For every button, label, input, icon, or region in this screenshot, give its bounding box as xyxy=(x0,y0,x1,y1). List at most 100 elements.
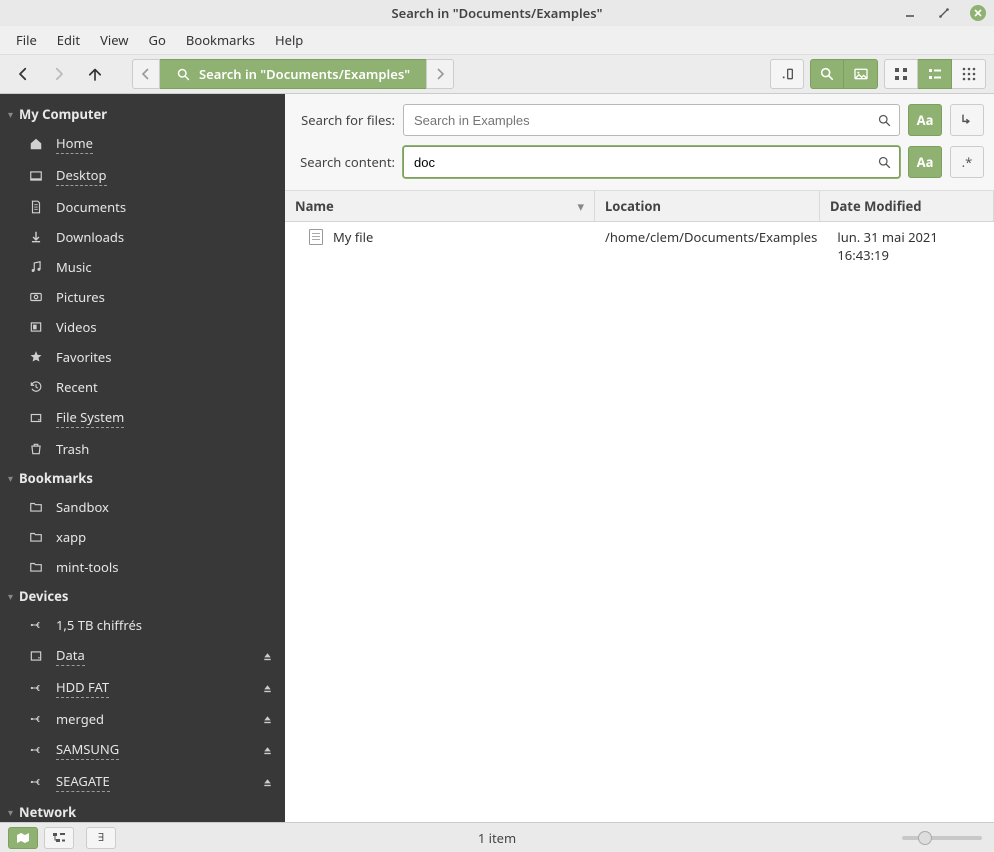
menu-go[interactable]: Go xyxy=(141,28,174,52)
menu-view[interactable]: View xyxy=(92,28,136,52)
device-seagate[interactable]: SEAGATE xyxy=(0,766,285,798)
sidebar-item-label: Music xyxy=(56,258,92,276)
menu-file[interactable]: File xyxy=(8,28,45,52)
search-files-input[interactable] xyxy=(404,113,869,128)
forward-button[interactable] xyxy=(44,60,74,88)
sidebar-item-desktop[interactable]: Desktop xyxy=(0,160,285,192)
show-hidden-button[interactable]: ∃ xyxy=(86,827,116,849)
search-content-input[interactable] xyxy=(404,155,869,170)
bookmark-xapp-icon xyxy=(28,530,44,544)
sidebar-item-downloads-icon xyxy=(28,230,44,244)
search-files-field[interactable] xyxy=(403,104,900,136)
eject-icon[interactable] xyxy=(262,777,273,788)
case-sensitive-files-button[interactable]: Aa xyxy=(908,104,942,136)
sidebar-item-label: 1,5 TB chiffrés xyxy=(56,616,142,634)
icon-view-button[interactable] xyxy=(884,59,918,89)
main-panel: Search for files: Aa Search content: xyxy=(285,94,994,822)
thumbnails-button[interactable] xyxy=(844,59,878,89)
sidebar-item-label: Documents xyxy=(56,198,126,216)
menubar: File Edit View Go Bookmarks Help xyxy=(0,26,994,54)
sidebar-item-label: mint-tools xyxy=(56,558,118,576)
sidebar-item-music[interactable]: Music xyxy=(0,252,285,282)
sidebar-item-videos[interactable]: Videos xyxy=(0,312,285,342)
column-header-date[interactable]: Date Modified xyxy=(820,191,994,221)
sidebar-item-label: SEAGATE xyxy=(56,772,110,792)
chevron-down-icon: ▾ xyxy=(8,589,13,603)
up-button[interactable] xyxy=(80,60,110,88)
eject-icon[interactable] xyxy=(262,745,273,756)
close-button[interactable] xyxy=(970,5,986,21)
sidebar-item-label: File System xyxy=(56,408,124,428)
sidebar-item-label: Sandbox xyxy=(56,498,109,516)
sidebar-item-home[interactable]: Home xyxy=(0,128,285,160)
path-next-button[interactable] xyxy=(426,59,454,89)
device-samsung[interactable]: SAMSUNG xyxy=(0,734,285,766)
search-mode-button[interactable] xyxy=(810,59,844,89)
eject-icon[interactable] xyxy=(262,714,273,725)
menu-bookmarks[interactable]: Bookmarks xyxy=(178,28,263,52)
back-button[interactable] xyxy=(8,60,38,88)
sidebar-item-documents-icon xyxy=(28,200,44,214)
places-pane-button[interactable] xyxy=(8,827,38,849)
menu-help[interactable]: Help xyxy=(267,28,311,52)
device-hdd-fat-icon xyxy=(28,681,44,695)
sidebar-item-file-system[interactable]: File System xyxy=(0,402,285,434)
search-panel: Search for files: Aa Search content: xyxy=(285,94,994,191)
minimize-button[interactable] xyxy=(902,5,918,21)
maximize-button[interactable] xyxy=(936,5,952,21)
search-icon[interactable] xyxy=(869,113,899,128)
device-1-5-tb-chiffr-s[interactable]: 1,5 TB chiffrés xyxy=(0,610,285,640)
device-data[interactable]: Data xyxy=(0,640,285,672)
menu-edit[interactable]: Edit xyxy=(49,28,88,52)
device-data-icon xyxy=(28,649,44,663)
bookmark-sandbox-icon xyxy=(28,500,44,514)
sidebar-item-recent[interactable]: Recent xyxy=(0,372,285,402)
device-1-5-tb-chiffr-s-icon xyxy=(28,618,44,632)
path-search-chip[interactable]: Search in "Documents/Examples" xyxy=(160,59,426,89)
sidebar-header-devices[interactable]: ▾ Devices xyxy=(0,582,285,610)
eject-icon[interactable] xyxy=(262,683,273,694)
bookmark-mint-tools[interactable]: mint-tools xyxy=(0,552,285,582)
sidebar-item-trash[interactable]: Trash xyxy=(0,434,285,464)
status-text: 1 item xyxy=(0,829,994,847)
sidebar-item-downloads[interactable]: Downloads xyxy=(0,222,285,252)
device-merged[interactable]: merged xyxy=(0,704,285,734)
compact-view-button[interactable] xyxy=(952,59,986,89)
search-content-field[interactable] xyxy=(403,146,900,178)
toggle-location-button[interactable] xyxy=(770,59,804,89)
chevron-down-icon: ▾ xyxy=(8,471,13,485)
cell-date: lun. 31 mai 2021 16:43:19 xyxy=(837,228,937,264)
sidebar-item-videos-icon xyxy=(28,320,44,334)
sidebar-header-network[interactable]: ▾ Network xyxy=(0,798,285,822)
bookmark-xapp[interactable]: xapp xyxy=(0,522,285,552)
case-sensitive-content-button[interactable]: Aa xyxy=(908,146,942,178)
tree-pane-button[interactable] xyxy=(44,827,74,849)
search-icon xyxy=(176,67,191,82)
sidebar-item-home-icon xyxy=(28,137,44,151)
device-hdd-fat[interactable]: HDD FAT xyxy=(0,672,285,704)
column-header-name[interactable]: Name ▾ xyxy=(285,191,595,221)
zoom-slider[interactable] xyxy=(898,836,986,840)
regex-button[interactable]: .* xyxy=(950,146,984,178)
cell-location: /home/clem/Documents/Examples xyxy=(605,228,817,246)
sidebar-header-bookmarks[interactable]: ▾ Bookmarks xyxy=(0,464,285,492)
eject-icon[interactable] xyxy=(262,651,273,662)
sidebar-item-documents[interactable]: Documents xyxy=(0,192,285,222)
sidebar-item-label: Trash xyxy=(56,440,89,458)
sidebar-header-my-computer[interactable]: ▾ My Computer xyxy=(0,100,285,128)
sidebar-item-favorites[interactable]: Favorites xyxy=(0,342,285,372)
sidebar-item-label: Downloads xyxy=(56,228,124,246)
table-row[interactable]: My file/home/clem/Documents/Exampleslun.… xyxy=(285,222,994,270)
path-prev-button[interactable] xyxy=(132,59,160,89)
search-content-label: Search content: xyxy=(295,153,395,171)
sidebar-item-label: Recent xyxy=(56,378,98,396)
list-view-button[interactable] xyxy=(918,59,952,89)
sidebar-item-label: Videos xyxy=(56,318,97,336)
sidebar-item-pictures-icon xyxy=(28,290,44,304)
sidebar-item-pictures[interactable]: Pictures xyxy=(0,282,285,312)
bookmark-mint-tools-icon xyxy=(28,560,44,574)
bookmark-sandbox[interactable]: Sandbox xyxy=(0,492,285,522)
search-icon[interactable] xyxy=(869,155,899,170)
column-header-location[interactable]: Location xyxy=(595,191,820,221)
recurse-button[interactable] xyxy=(950,104,984,136)
